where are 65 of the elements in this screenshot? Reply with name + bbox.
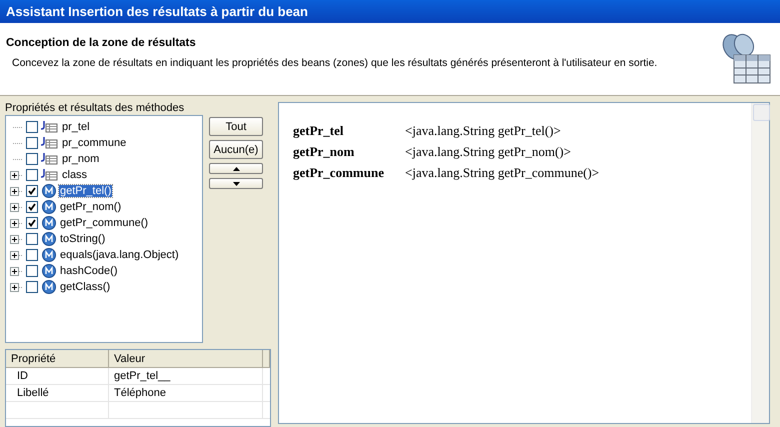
scrollbar[interactable] <box>751 103 769 423</box>
none-button[interactable]: Aucun(e) <box>209 140 263 160</box>
tree-item[interactable]: class <box>61 169 88 182</box>
up-arrow-icon <box>232 166 240 171</box>
expand-icon[interactable] <box>10 170 19 180</box>
checkbox[interactable] <box>26 169 38 182</box>
preview-name: getPr_nom <box>293 144 356 160</box>
tree-item[interactable]: getPr_nom() <box>59 201 122 214</box>
method-icon <box>42 216 56 230</box>
expand-icon[interactable] <box>10 186 19 196</box>
preview-name: getPr_tel <box>293 123 345 139</box>
checkbox[interactable] <box>26 265 38 278</box>
column-header[interactable]: Propriété <box>6 350 109 368</box>
window-title: Assistant Insertion des résultats à partir du bean <box>0 0 780 23</box>
expand-icon[interactable] <box>10 266 19 276</box>
table-cell[interactable]: Téléphone <box>109 385 263 402</box>
table-cell: ID <box>6 368 109 384</box>
tree-item[interactable]: getClass() <box>59 281 112 294</box>
move-down-button[interactable] <box>209 178 263 190</box>
table-icon <box>720 33 772 85</box>
expand-icon[interactable] <box>10 218 19 228</box>
checkbox[interactable] <box>26 137 38 150</box>
expand-icon[interactable] <box>10 234 19 244</box>
checkbox[interactable] <box>26 121 38 134</box>
checkbox[interactable] <box>26 185 38 198</box>
move-up-button[interactable] <box>209 163 263 174</box>
field-icon <box>40 137 58 150</box>
page-description: Concevez la zone de résultats en indiquant les propriétés des beans (zones) que les résultats générés présenteront à l'utilisateur en sortie. <box>11 57 658 69</box>
column-header[interactable]: Valeur <box>109 350 263 368</box>
page-title: Conception de la zone de résultats <box>6 37 197 49</box>
method-icon <box>42 248 56 262</box>
expand-icon[interactable] <box>10 202 19 212</box>
preview-name: getPr_commune <box>293 165 385 181</box>
method-icon <box>42 200 56 214</box>
all-button[interactable]: Tout <box>209 117 263 136</box>
expand-icon[interactable] <box>10 250 19 260</box>
preview-signature: <java.lang.String getPr_commune()> <box>405 165 600 181</box>
preview-signature: <java.lang.String getPr_nom()> <box>405 144 571 160</box>
tree-label: Propriétés et résultats des méthodes <box>5 102 186 116</box>
tree-item[interactable]: hashCode() <box>59 265 118 278</box>
method-icon <box>42 264 56 278</box>
checkbox[interactable] <box>26 281 38 294</box>
checkbox[interactable] <box>26 153 38 166</box>
checkbox[interactable] <box>26 217 38 230</box>
tree-item[interactable]: pr_tel <box>61 121 91 134</box>
checkbox[interactable] <box>26 233 38 246</box>
checkbox[interactable] <box>26 249 38 262</box>
field-icon <box>40 169 58 182</box>
field-icon <box>40 121 58 134</box>
expand-icon[interactable] <box>10 282 19 292</box>
tree-item[interactable]: getPr_commune() <box>59 217 150 230</box>
down-arrow-icon <box>232 182 240 186</box>
table-cell: Libellé <box>6 385 109 402</box>
tree-item[interactable]: getPr_tel() <box>59 185 112 198</box>
table-cell[interactable]: getPr_tel__ <box>109 368 263 384</box>
preview-signature: <java.lang.String getPr_tel()> <box>405 123 561 139</box>
tree-item[interactable]: toString() <box>59 233 106 246</box>
tree-item[interactable]: pr_nom <box>61 153 100 166</box>
method-icon <box>42 232 56 246</box>
field-icon <box>40 153 58 166</box>
method-icon <box>42 280 56 294</box>
method-icon <box>42 184 56 198</box>
tree-item[interactable]: equals(java.lang.Object) <box>59 249 180 262</box>
checkbox[interactable] <box>26 201 38 214</box>
tree-item[interactable]: pr_commune <box>61 137 128 150</box>
